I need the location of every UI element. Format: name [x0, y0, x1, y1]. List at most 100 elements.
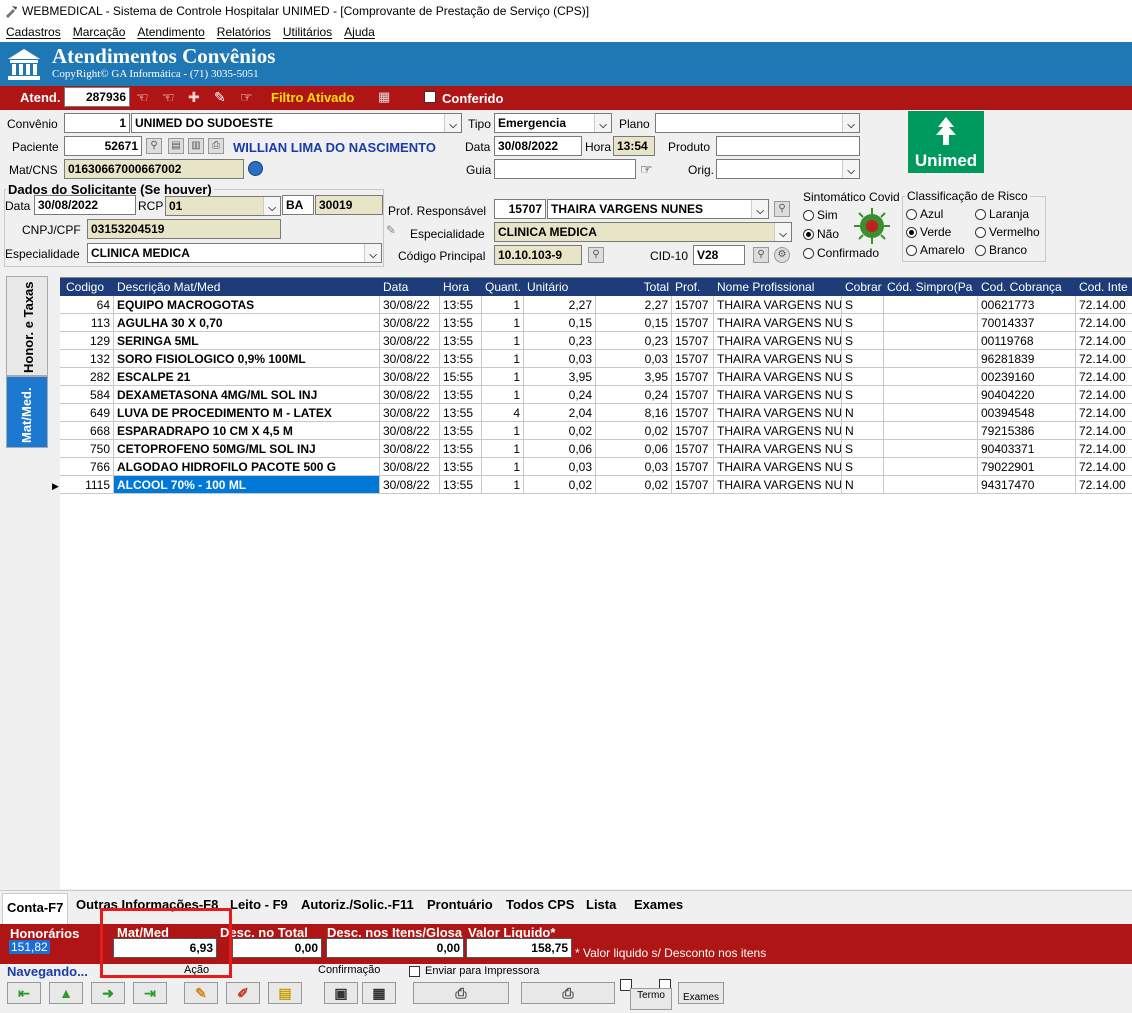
table-row[interactable]: 584 DEXAMETASONA 4MG/ML SOL INJ 30/08/22 13…: [60, 386, 1132, 404]
menu-utilitarios[interactable]: Utilitários: [277, 22, 338, 39]
tab-conta[interactable]: Conta-F7: [2, 893, 69, 925]
prof-select[interactable]: THAIRA VARGENS NUNES ⌵: [547, 199, 769, 219]
grid-column-header[interactable]: Total: [596, 278, 672, 296]
tipo-select[interactable]: Emergencia ⌵: [494, 113, 612, 133]
guia-input[interactable]: [494, 159, 636, 179]
grid-column-header[interactable]: Cod. Inte: [1076, 278, 1132, 296]
table-row[interactable]: 132 SORO FISIOLOGICO 0,9% 100ML 30/08/22 13…: [60, 350, 1132, 368]
hand-next-icon[interactable]: ☞: [240, 89, 253, 106]
tab-prontuario[interactable]: Prontuário: [423, 891, 497, 921]
calculator-icon[interactable]: ▦: [378, 89, 390, 105]
globe-icon[interactable]: [248, 161, 263, 176]
risco-amarelo-radio[interactable]: Amarelo: [906, 243, 965, 257]
grid-column-header[interactable]: Cobrar: [842, 278, 884, 296]
conferido-checkbox[interactable]: [424, 91, 436, 103]
uf-input[interactable]: BA: [282, 195, 314, 215]
menu-marcacao[interactable]: Marcação: [67, 22, 132, 39]
tab-leito[interactable]: Leito - F9: [226, 891, 292, 921]
edit-icon[interactable]: ✎: [214, 89, 226, 106]
table-cell: 0,24: [596, 386, 672, 404]
risco-branco-radio[interactable]: Branco: [975, 243, 1027, 257]
desc-itens-value[interactable]: 0,00: [326, 938, 464, 958]
grid-column-header[interactable]: Descrição Mat/Med: [114, 278, 380, 296]
table-row[interactable]: 649 LUVA DE PROCEDIMENTO M - LATEX 30/08/2…: [60, 404, 1132, 422]
binoculars-icon[interactable]: ⚲: [588, 247, 604, 263]
sol-esp-select[interactable]: CLINICA MEDICA ⌵: [87, 243, 382, 263]
cnpj-input[interactable]: 03153204519: [87, 219, 281, 239]
grid-column-header[interactable]: Quant.: [482, 278, 524, 296]
risco-laranja-radio[interactable]: Laranja: [975, 207, 1029, 221]
grid-column-header[interactable]: Hora: [440, 278, 482, 296]
binoculars-icon[interactable]: ⚲: [753, 247, 769, 263]
hand-prev-icon[interactable]: ☜: [162, 89, 175, 106]
covid-sim-radio[interactable]: Sim: [803, 208, 838, 222]
risco-vermelho-radio[interactable]: Vermelho: [975, 225, 1040, 239]
paciente-code-input[interactable]: 52671: [64, 136, 142, 156]
tab-autoriz-solic[interactable]: Autoriz./Solic.-F11: [297, 891, 418, 921]
table-row[interactable]: 766 ALGODAO HIDROFILO PACOTE 500 G 30/08/2…: [60, 458, 1132, 476]
rcp-number-input[interactable]: 30019: [315, 195, 383, 215]
convenio-select[interactable]: UNIMED DO SUDOESTE ⌵: [131, 113, 462, 133]
grid-column-header[interactable]: Nome Profissional: [714, 278, 842, 296]
desc-total-value[interactable]: 0,00: [232, 938, 322, 958]
menu-ajuda[interactable]: Ajuda: [338, 22, 381, 39]
tab-honor-taxas[interactable]: Honor. e Taxas: [6, 276, 48, 376]
pin-icon[interactable]: ✚: [188, 89, 200, 106]
grid-column-header[interactable]: Unitário: [524, 278, 596, 296]
chevron-down-icon: ⌵: [756, 206, 764, 217]
data-input[interactable]: 30/08/2022: [494, 136, 582, 156]
document-icon[interactable]: ▤: [168, 138, 184, 154]
covid-nao-radio[interactable]: Não: [803, 227, 839, 241]
binoculars-icon[interactable]: ⚲: [774, 201, 790, 217]
gear-icon[interactable]: ⚙: [774, 247, 790, 263]
enviar-checkbox[interactable]: [409, 966, 420, 977]
risco-verde-radio[interactable]: Verde: [906, 225, 951, 239]
tab-mat-med[interactable]: Mat/Med.: [6, 376, 48, 448]
liquido-value[interactable]: 158,75: [466, 938, 572, 958]
matcns-input[interactable]: 01630667000667002: [64, 159, 244, 179]
sol-data-input[interactable]: 30/08/2022: [34, 195, 136, 215]
tab-exames[interactable]: Exames: [630, 891, 687, 921]
table-row[interactable]: 1115 ALCOOL 70% - 100 ML 30/08/22 13:55 1 0,0…: [60, 476, 1132, 494]
table-row[interactable]: 64 EQUIPO MACROGOTAS 30/08/22 13:55 1 2,27 2,2…: [60, 296, 1132, 314]
menu-atendimento[interactable]: Atendimento: [131, 22, 210, 39]
hand-pointer-icon[interactable]: ☞: [640, 161, 653, 178]
table-row[interactable]: 282 ESCALPE 21 30/08/22 15:55 1 3,95 3,95 15707…: [60, 368, 1132, 386]
printer-icon[interactable]: ⎙: [208, 138, 224, 154]
grid-column-header[interactable]: Cód. Simpro(Pa: [884, 278, 978, 296]
orig-select[interactable]: ⌵: [716, 159, 860, 179]
notes-icon[interactable]: ▥: [188, 138, 204, 154]
table-row[interactable]: 113 AGULHA 30 X 0,70 30/08/22 13:55 1 0,15 0,1…: [60, 314, 1132, 332]
termo-button[interactable]: Termo: [630, 988, 672, 1010]
rcp-select[interactable]: 01 ⌵: [165, 196, 281, 216]
cod-principal-input[interactable]: 10.10.103-9: [494, 245, 582, 265]
menu-cadastros[interactable]: Cadastros: [0, 22, 67, 39]
grid-column-header[interactable]: Prof.: [672, 278, 714, 296]
table-cell: S: [842, 332, 884, 350]
table-row[interactable]: 668 ESPARADRAPO 10 CM X 4,5 M 30/08/22 13:5…: [60, 422, 1132, 440]
binoculars-icon[interactable]: ⚲: [146, 138, 162, 154]
hand-first-icon[interactable]: ☜: [136, 89, 149, 106]
atend-input[interactable]: 287936: [64, 87, 130, 107]
cid-input[interactable]: V28: [693, 245, 745, 265]
pen-icon[interactable]: ✎: [386, 223, 396, 237]
table-cell: THAIRA VARGENS NU: [714, 458, 842, 476]
covid-confirmado-radio[interactable]: Confirmado: [803, 246, 879, 260]
grid-column-header[interactable]: Cod. Cobrança: [978, 278, 1076, 296]
produto-input[interactable]: [716, 136, 860, 156]
menu-relatorios[interactable]: Relatórios: [211, 22, 277, 39]
convenio-code-input[interactable]: 1: [64, 113, 130, 133]
hora-input[interactable]: 13:54: [613, 136, 655, 156]
tab-lista[interactable]: Lista: [582, 891, 620, 921]
table-cell: 13:55: [440, 422, 482, 440]
prof-esp-select[interactable]: CLINICA MEDICA ⌵: [494, 222, 792, 242]
tab-todos-cps[interactable]: Todos CPS: [502, 891, 578, 921]
plano-select[interactable]: ⌵: [655, 113, 860, 133]
grid-column-header[interactable]: Codigo: [60, 278, 114, 296]
honorarios-value[interactable]: 151,82: [9, 940, 50, 954]
prof-code-input[interactable]: 15707: [494, 199, 546, 219]
risco-azul-radio[interactable]: Azul: [906, 207, 943, 221]
grid-column-header[interactable]: Data: [380, 278, 440, 296]
table-row[interactable]: 750 CETOPROFENO 50MG/ML SOL INJ 30/08/22 13…: [60, 440, 1132, 458]
table-row[interactable]: 129 SERINGA 5ML 30/08/22 13:55 1 0,23 0,23 1570…: [60, 332, 1132, 350]
